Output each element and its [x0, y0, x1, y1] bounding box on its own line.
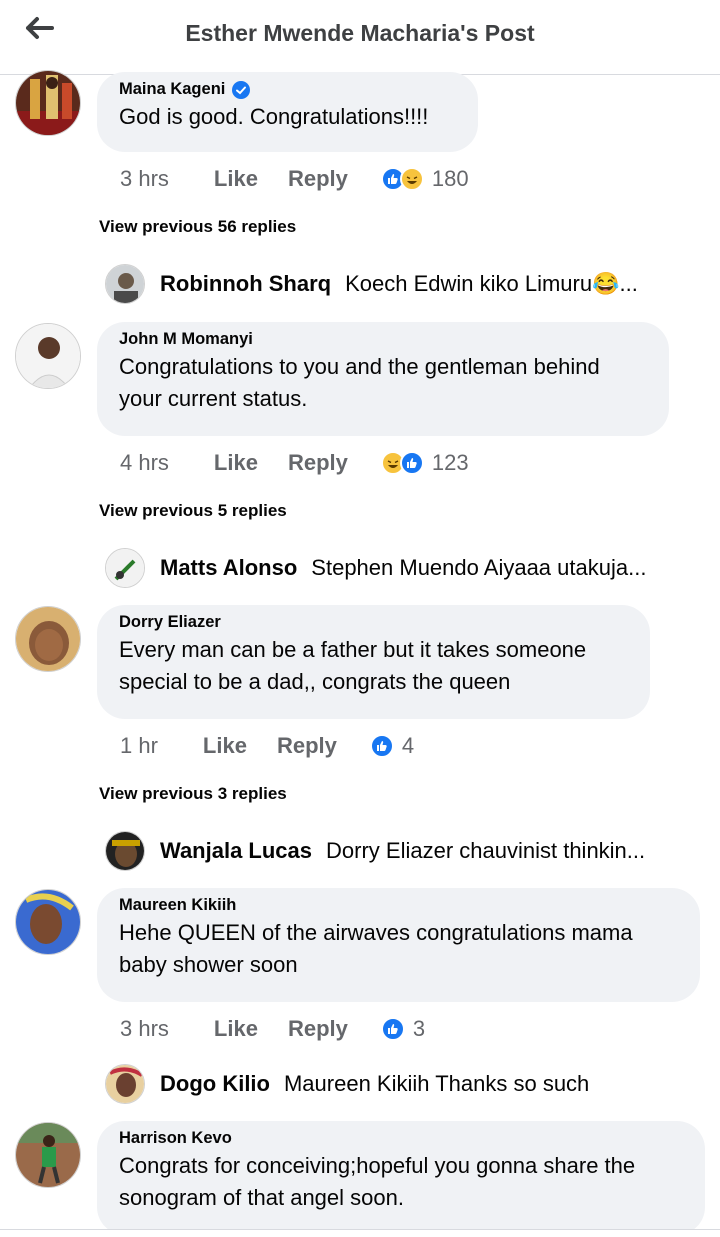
reaction-count: 3 — [412, 1016, 426, 1041]
comment-time[interactable]: 4 hrs — [120, 450, 169, 476]
reactions[interactable]: 4 — [369, 733, 415, 759]
comment-time[interactable]: 3 hrs — [120, 166, 169, 192]
comment-text-line: sonogram of that angel soon. — [119, 1185, 404, 1210]
comment-text-line: Congrats for conceiving;hopeful you gonn… — [119, 1153, 636, 1178]
comment-bubble[interactable]: John M Momanyi Congratulations to you an… — [97, 322, 669, 436]
avatar[interactable] — [105, 1064, 145, 1104]
reply-button[interactable]: Reply — [288, 1016, 348, 1042]
comment-bubble[interactable]: Maina Kageni God is good. Congratulation… — [97, 72, 478, 152]
comment-text-line: baby shower soon — [119, 952, 298, 977]
comment-actions: 4 hrs Like Reply 123 — [120, 448, 469, 478]
like-reaction-icon — [380, 1017, 405, 1041]
reply-author[interactable]: Wanjala Lucas — [160, 838, 312, 864]
like-reaction-icon — [399, 451, 424, 475]
reply-text: Stephen Muendo Aiyaaa utakuja... — [311, 555, 647, 580]
comment-text-line: Every man can be a father but it takes s… — [119, 637, 587, 662]
verified-badge-icon — [232, 80, 251, 99]
comment-time[interactable]: 3 hrs — [120, 1016, 169, 1042]
reply-author[interactable]: Dogo Kilio — [160, 1071, 270, 1097]
reaction-count: 4 — [401, 733, 415, 758]
like-button[interactable]: Like — [214, 1016, 258, 1042]
reply-button[interactable]: Reply — [288, 450, 348, 476]
reply-preview[interactable]: Wanjala Lucas Dorry Eliazer chauvinist t… — [105, 831, 705, 871]
avatar[interactable] — [105, 264, 145, 304]
comment-bubble[interactable]: Maureen Kikiih Hehe QUEEN of the airwave… — [97, 888, 700, 1002]
page-title: Esther Mwende Macharia's Post — [185, 20, 535, 46]
comment-text-line: Congratulations to you and the gentleman… — [119, 354, 600, 379]
comment-bubble[interactable]: Harrison Kevo Congrats for conceiving;ho… — [97, 1121, 705, 1235]
comment-text: Every man can be a father but it takes s… — [119, 634, 628, 698]
view-previous-replies[interactable]: View previous 56 replies — [99, 217, 296, 237]
like-button[interactable]: Like — [203, 733, 247, 759]
avatar[interactable] — [15, 1122, 81, 1188]
comment-text: Hehe QUEEN of the airwaves congratulatio… — [119, 917, 678, 981]
view-previous-replies[interactable]: View previous 5 replies — [99, 501, 287, 521]
reply-preview[interactable]: Dogo Kilio Maureen Kikiih Thanks so such — [105, 1064, 705, 1104]
reply-preview[interactable]: Robinnoh Sharq Koech Edwin kiko Limuru😂.… — [105, 264, 705, 304]
comment-text-line: special to be a dad,, congrats the queen — [119, 669, 511, 694]
avatar[interactable] — [15, 606, 81, 672]
like-button[interactable]: Like — [214, 166, 258, 192]
comment-bubble[interactable]: Dorry Eliazer Every man can be a father … — [97, 605, 650, 719]
comment-author[interactable]: Harrison Kevo — [119, 1129, 232, 1148]
reactions[interactable]: 123 — [380, 450, 469, 476]
comment-text-line: Hehe QUEEN of the airwaves congratulatio… — [119, 920, 633, 945]
comment-actions: 3 hrs Like Reply 3 — [120, 1014, 425, 1044]
comment-author[interactable]: Dorry Eliazer — [119, 613, 221, 632]
comment-actions: 1 hr Like Reply 4 — [120, 731, 414, 761]
reply-button[interactable]: Reply — [277, 733, 337, 759]
comment-time[interactable]: 1 hr — [120, 733, 158, 759]
comment-actions: 3 hrs Like Reply 180 — [120, 164, 469, 194]
like-button[interactable]: Like — [214, 450, 258, 476]
reply-text: Maureen Kikiih Thanks so such — [283, 1071, 590, 1096]
reply-author[interactable]: Robinnoh Sharq — [160, 271, 331, 297]
comment-author[interactable]: Maureen Kikiih — [119, 896, 236, 915]
view-previous-replies[interactable]: View previous 3 replies — [99, 784, 287, 804]
comment-text-line: your current status. — [119, 386, 308, 411]
top-bar: Esther Mwende Macharia's Post — [0, 0, 720, 75]
comment-author[interactable]: John M Momanyi — [119, 330, 253, 349]
reply-button[interactable]: Reply — [288, 166, 348, 192]
reply-author[interactable]: Matts Alonso — [160, 555, 297, 581]
comment-author[interactable]: Maina Kageni — [119, 80, 225, 99]
comment-text: Congratulations to you and the gentleman… — [119, 351, 647, 415]
avatar[interactable] — [105, 831, 145, 871]
like-reaction-icon — [369, 734, 394, 758]
reactions[interactable]: 180 — [380, 166, 469, 192]
avatar[interactable] — [15, 323, 81, 389]
avatar[interactable] — [15, 889, 81, 955]
comment-text: God is good. Congratulations!!!! — [119, 104, 429, 129]
reply-preview[interactable]: Matts Alonso Stephen Muendo Aiyaaa utaku… — [105, 548, 705, 588]
reactions[interactable]: 3 — [380, 1016, 426, 1042]
reaction-count: 123 — [431, 450, 469, 475]
haha-reaction-icon — [399, 167, 424, 191]
reply-text: Koech Edwin kiko Limuru😂... — [345, 271, 638, 296]
reaction-count: 180 — [431, 166, 469, 191]
avatar[interactable] — [105, 548, 145, 588]
comment-text: Congrats for conceiving;hopeful you gonn… — [119, 1150, 683, 1214]
reply-text: Dorry Eliazer chauvinist thinkin... — [326, 838, 646, 863]
avatar[interactable] — [15, 70, 81, 136]
